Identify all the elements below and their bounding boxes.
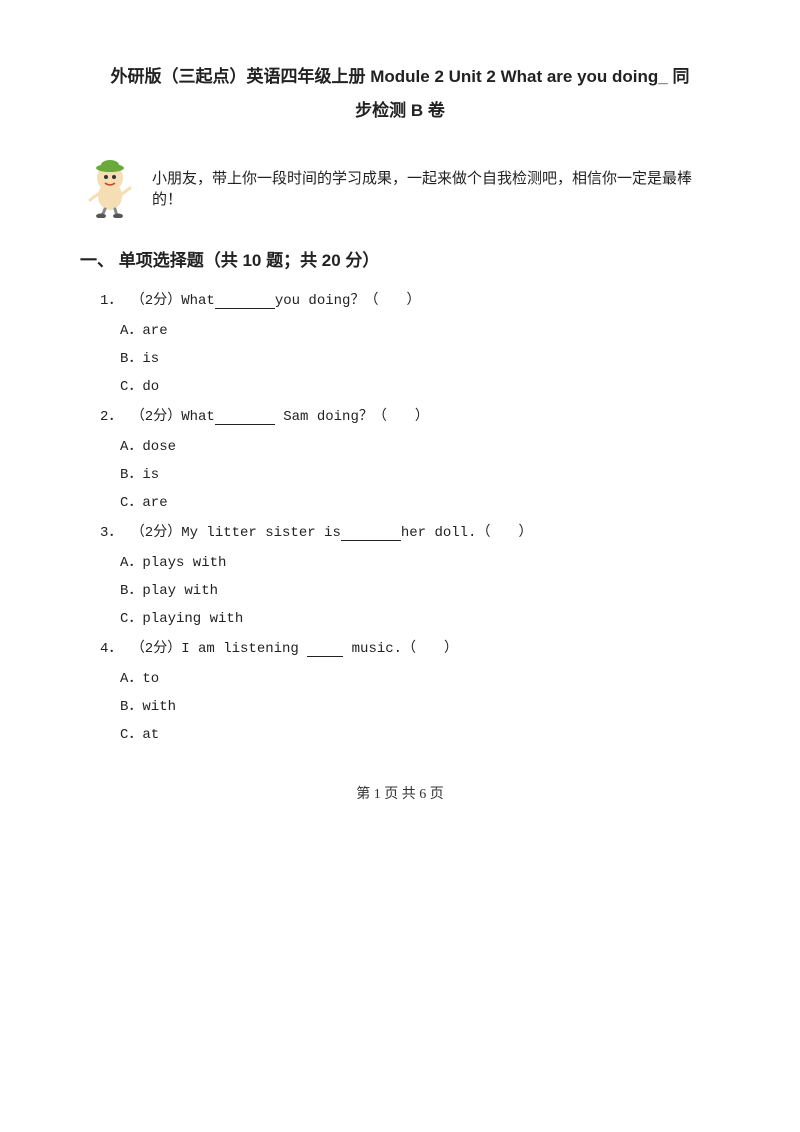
mascot-icon [80,158,140,218]
page-container: 外研版（三起点）英语四年级上册 Module 2 Unit 2 What are… [80,60,720,803]
question-2: 2． （2分）What Sam doing？（ ） A．dose B．is C．… [100,405,720,511]
question-2-text: 2． （2分）What Sam doing？（ ） [100,405,720,425]
q3-optB: B．play with [120,579,720,599]
q1-blank [215,293,275,309]
q2-blank [215,409,275,425]
question-3-text: 3． （2分）My litter sister isher doll.（ ） [100,521,720,541]
q3-optA: A．plays with [120,551,720,571]
q3-number: 3． [100,525,122,541]
q2-number: 2． [100,409,122,425]
q2-optA: A．dose [120,435,720,455]
q4-content: （2分）I am listening music.（ ） [131,641,458,657]
question-1-text: 1． （2分）Whatyou doing？（ ） [100,289,720,309]
q3-content: （2分）My litter sister isher doll.（ ） [131,525,533,541]
q4-optC: C．at [120,723,720,743]
q2-optB: B．is [120,463,720,483]
q3-blank [341,525,401,541]
question-4: 4． （2分）I am listening music.（ ） A．to B．w… [100,637,720,743]
questions-list: 1． （2分）Whatyou doing？（ ） A．are B．is C．do… [80,289,720,743]
q2-content: （2分）What Sam doing？（ ） [131,409,429,425]
q1-optC: C．do [120,375,720,395]
page-title: 外研版（三起点）英语四年级上册 Module 2 Unit 2 What are… [80,60,720,128]
question-1: 1． （2分）Whatyou doing？（ ） A．are B．is C．do [100,289,720,395]
q1-optB: B．is [120,347,720,367]
q3-optC: C．playing with [120,607,720,627]
q1-content: （2分）Whatyou doing？（ ） [131,293,421,309]
q2-optC: C．are [120,491,720,511]
q1-number: 1． [100,293,122,309]
q1-optA: A．are [120,319,720,339]
question-4-text: 4． （2分）I am listening music.（ ） [100,637,720,657]
page-footer: 第 1 页 共 6 页 [80,783,720,803]
mascot-text: 小朋友，带上你一段时间的学习成果，一起来做个自我检测吧，相信你一定是最棒的！ [152,167,720,209]
mascot-row: 小朋友，带上你一段时间的学习成果，一起来做个自我检测吧，相信你一定是最棒的！ [80,158,720,218]
title-line1: 外研版（三起点）英语四年级上册 Module 2 Unit 2 What are… [80,60,720,94]
q4-blank [307,641,343,657]
title-line2: 步检测 B 卷 [80,94,720,128]
q4-optA: A．to [120,667,720,687]
question-3: 3． （2分）My litter sister isher doll.（ ） A… [100,521,720,627]
section1-title: 一、 单项选择题（共 10 题；共 20 分） [80,246,720,271]
q4-number: 4． [100,641,122,657]
q4-optB: B．with [120,695,720,715]
